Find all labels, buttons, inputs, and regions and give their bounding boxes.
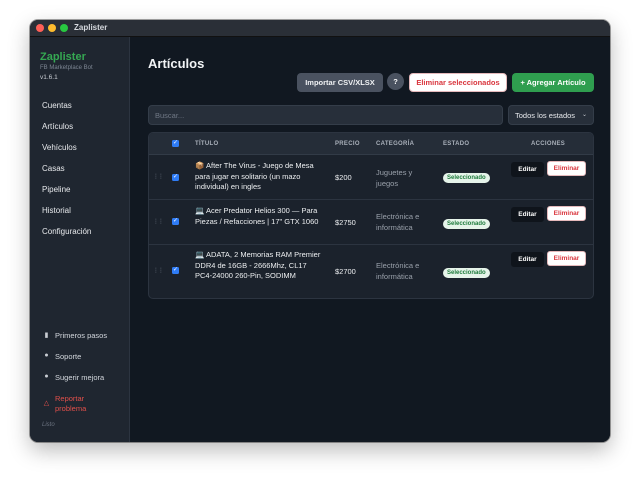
status-text: Listo: [42, 422, 55, 428]
sidebar: Zaplister FB Marketplace Bot v1.6.1 Cuen…: [30, 37, 130, 442]
status-badge: Seleccionado: [443, 173, 490, 183]
column-header-category: CATEGORÍA: [376, 141, 415, 147]
delete-button[interactable]: Eliminar: [547, 161, 586, 176]
article-price: $2700: [335, 267, 356, 276]
table-row: ⋮⋮ ✓ 📦 After The Virus - Juego de Mesa p…: [149, 156, 593, 200]
sidebar-item-vehiculos[interactable]: Vehículos: [42, 143, 77, 152]
articles-table: ✓ TÍTULO PRECIO CATEGORÍA ESTADO ACCIONE…: [148, 132, 594, 299]
laptop-icon: 💻: [195, 206, 205, 215]
status-filter-select[interactable]: Todos los estados ⌄: [508, 105, 594, 125]
article-category: Juguetes y juegos: [376, 168, 413, 188]
zoom-window-button[interactable]: [60, 24, 68, 32]
page-title: Artículos: [148, 56, 205, 71]
status-filter-value: Todos los estados: [515, 110, 576, 120]
chat-bubble-icon: ●: [44, 352, 49, 359]
delete-selected-button[interactable]: Eliminar seleccionados: [409, 73, 507, 92]
row-checkbox[interactable]: ✓: [172, 267, 179, 274]
suggest-improvement-link[interactable]: ● Sugerir mejora: [42, 373, 104, 382]
column-header-status: ESTADO: [443, 141, 470, 147]
article-title: 💻 Acer Predator Helios 300 — Para Piezas…: [195, 206, 319, 226]
sidebar-item-pipeline[interactable]: Pipeline: [42, 185, 70, 194]
getting-started-label: Primeros pasos: [55, 331, 108, 340]
column-header-price: PRECIO: [335, 141, 360, 147]
sidebar-item-cuentas[interactable]: Cuentas: [42, 101, 72, 110]
column-header-actions: ACCIONES: [531, 141, 566, 147]
sidebar-item-casas[interactable]: Casas: [42, 164, 65, 173]
table-row: ⋮⋮ ✓ 💻 ADATA, 2 Memorias RAM Premier DDR…: [149, 245, 593, 298]
row-checkbox[interactable]: ✓: [172, 174, 179, 181]
select-all-checkbox[interactable]: ✓: [172, 140, 179, 147]
brand-name: Zaplister: [40, 51, 86, 63]
window-title: Zaplister: [74, 23, 108, 32]
sidebar-item-articulos[interactable]: Artículos: [42, 122, 73, 131]
lightbulb-icon: ●: [44, 373, 49, 380]
status-badge: Seleccionado: [443, 219, 490, 229]
sidebar-item-historial[interactable]: Historial: [42, 206, 71, 215]
article-title: 📦 After The Virus - Juego de Mesa para j…: [195, 161, 314, 191]
drag-handle-icon[interactable]: ⋮⋮: [153, 267, 164, 274]
close-window-button[interactable]: [36, 24, 44, 32]
article-price: $200: [335, 173, 352, 182]
edit-button[interactable]: Editar: [511, 252, 544, 267]
article-category: Electrónica e informática: [376, 261, 420, 281]
title-bar: Zaplister: [30, 20, 610, 37]
warning-triangle-icon: △: [43, 400, 50, 407]
table-header: ✓ TÍTULO PRECIO CATEGORÍA ESTADO ACCIONE…: [149, 133, 593, 155]
chevron-down-icon: ⌄: [581, 112, 587, 118]
add-article-button[interactable]: + Agregar Artículo: [512, 73, 594, 92]
help-button[interactable]: ?: [387, 73, 404, 90]
report-problem-label: Reportar problema: [55, 394, 87, 413]
app-window: Zaplister Zaplister FB Marketplace Bot v…: [30, 20, 610, 442]
edit-button[interactable]: Editar: [511, 162, 544, 177]
edit-button[interactable]: Editar: [511, 207, 544, 222]
delete-button[interactable]: Eliminar: [547, 251, 586, 266]
package-icon: 📦: [195, 161, 205, 170]
sidebar-item-configuracion[interactable]: Configuración: [42, 227, 91, 236]
brand-subtitle: FB Marketplace Bot: [40, 65, 93, 71]
main-content: Artículos Importar CSV/XLSX ? Eliminar s…: [130, 37, 610, 442]
article-title: 💻 ADATA, 2 Memorias RAM Premier DDR4 de …: [195, 250, 321, 280]
getting-started-link[interactable]: ▮ Primeros pasos: [42, 331, 108, 340]
app-version: v1.6.1: [40, 74, 58, 81]
article-category: Electrónica e informática: [376, 212, 420, 232]
drag-handle-icon[interactable]: ⋮⋮: [153, 173, 164, 180]
import-csv-button[interactable]: Importar CSV/XLSX: [297, 73, 383, 92]
support-label: Soporte: [55, 352, 82, 361]
report-problem-link[interactable]: △ Reportar problema: [42, 394, 99, 414]
article-price: $2750: [335, 218, 356, 227]
row-checkbox[interactable]: ✓: [172, 218, 179, 225]
search-input[interactable]: [148, 105, 503, 125]
laptop-icon: 💻: [195, 250, 205, 259]
table-row: ⋮⋮ ✓ 💻 Acer Predator Helios 300 — Para P…: [149, 200, 593, 245]
support-link[interactable]: ● Soporte: [42, 352, 81, 361]
suggest-improvement-label: Sugerir mejora: [55, 373, 105, 382]
book-icon: ▮: [44, 332, 49, 339]
column-header-title: TÍTULO: [195, 141, 219, 147]
status-badge: Seleccionado: [443, 268, 490, 278]
drag-handle-icon[interactable]: ⋮⋮: [153, 218, 164, 225]
minimize-window-button[interactable]: [48, 24, 56, 32]
delete-button[interactable]: Eliminar: [547, 206, 586, 221]
